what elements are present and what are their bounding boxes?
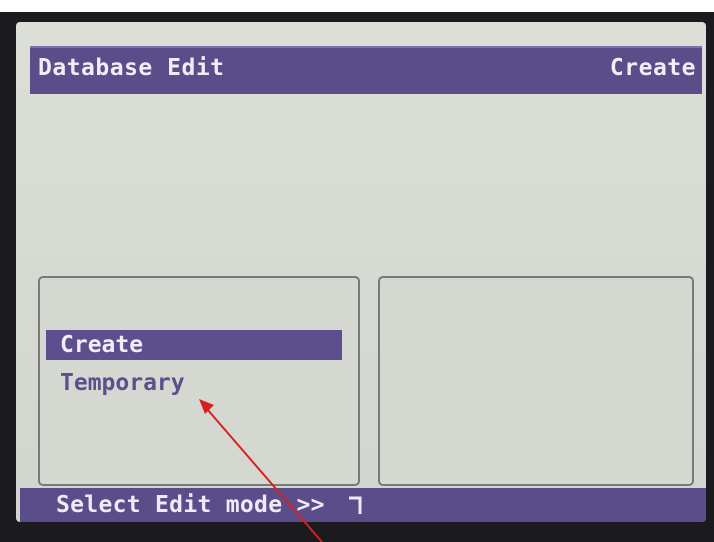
title-bar: Database Edit Create bbox=[30, 46, 702, 94]
mode-indicator: Create bbox=[609, 55, 696, 81]
info-panel bbox=[378, 276, 694, 486]
status-bar: Select Edit mode >> bbox=[20, 488, 706, 522]
status-hint: Select Edit mode >> bbox=[56, 492, 325, 518]
document-margin bbox=[0, 0, 714, 12]
photo-of-device-screen: { "header": { "title": "Database Edit", … bbox=[0, 0, 714, 542]
menu-item-create[interactable]: Create bbox=[46, 330, 342, 360]
edit-mode-menu: Create Temporary bbox=[38, 276, 360, 486]
lcd-screen: Database Edit Create Create Temporary Se… bbox=[16, 22, 706, 522]
enter-return-icon bbox=[349, 496, 362, 514]
page-title: Database Edit bbox=[38, 55, 225, 81]
menu-item-temporary[interactable]: Temporary bbox=[46, 368, 342, 398]
